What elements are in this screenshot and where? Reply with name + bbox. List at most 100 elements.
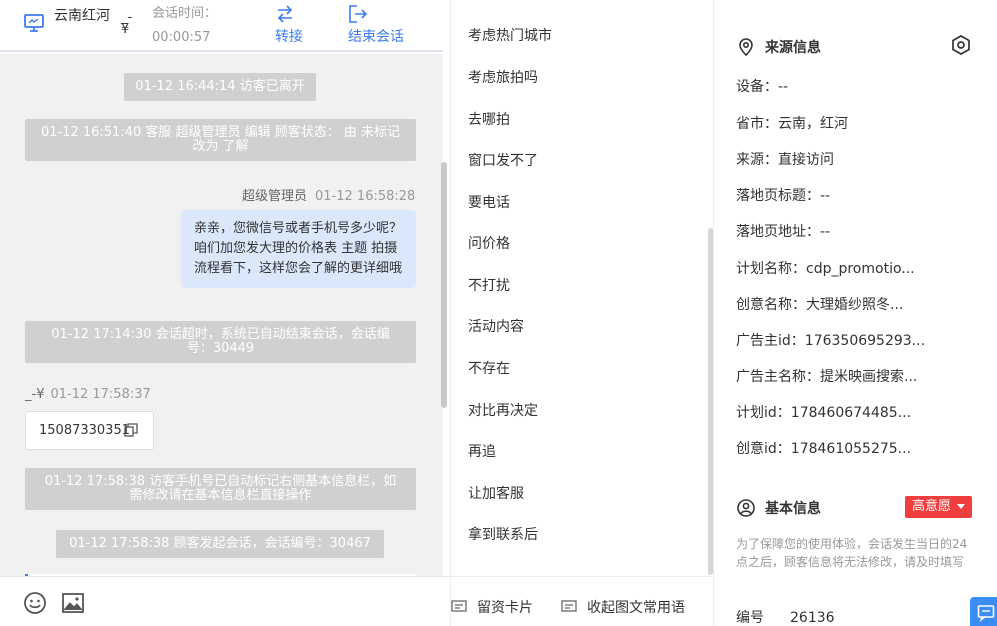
lead-card-button[interactable]: 留资卡片 — [451, 597, 533, 617]
info-value: 提米映画搜索... — [820, 369, 918, 385]
transfer-label: 转接 — [275, 29, 303, 45]
message-time: 01-12 16:58:28 — [315, 189, 416, 204]
edit-notice: 为了保障您的使用体验，会话发生当日的24点之后，顾客信息将无法修改，请及时填写 — [736, 537, 968, 569]
system-message: 01-12 17:14:30 会话超时，系统已自动结束会话，会话编号：30449 — [25, 321, 416, 363]
info-label: 计划名称： — [736, 261, 806, 277]
info-row-plan-name: 计划名称：cdp_promotio... — [736, 259, 915, 279]
visitor-phone-message[interactable]: 15087330351 — [25, 411, 154, 450]
end-session-label: 结束会话 — [348, 29, 404, 45]
quick-reply-item[interactable]: 考虑热门城市 — [468, 26, 552, 46]
info-value: 178461055275... — [790, 441, 912, 457]
lead-card-label: 留资卡片 — [477, 600, 533, 616]
info-label: 广告主id： — [736, 333, 805, 349]
info-label: 落地页标题： — [736, 188, 820, 204]
info-value: cdp_promotio... — [806, 261, 915, 277]
info-row-source: 来源：直接访问 — [736, 150, 834, 170]
info-value: 大理婚纱照冬... — [806, 297, 904, 313]
quick-reply-item[interactable]: 让加客服 — [468, 484, 524, 504]
info-label: 创意id： — [736, 441, 791, 457]
info-row-device: 设备：-- — [736, 77, 788, 97]
quick-reply-footer: 留资卡片 收起图文常用语 — [451, 576, 713, 626]
sender-name: 超级管理员 — [242, 189, 308, 204]
quick-reply-item[interactable]: 问价格 — [468, 234, 510, 254]
system-message: 01-12 17:58:38 顾客发起会话，会话编号：30467 — [56, 530, 384, 558]
chat-panel: 云南红河 _-¥ 会话时间： 00:00:57 转接 结束会话 01-12 16 — [0, 0, 450, 626]
message-sender: _-¥ 01-12 17:58:37 — [25, 387, 151, 402]
quick-reply-panel: 考虑热门城市 考虑旅拍吗 去哪拍 窗口发不了 要电话 问价格 不打扰 活动内容 … — [450, 0, 714, 626]
quick-reply-item[interactable]: 对比再决定 — [468, 401, 538, 421]
app-root: 云南红河 _-¥ 会话时间： 00:00:57 转接 结束会话 01-12 16 — [0, 0, 997, 626]
basic-info-title: 基本信息 — [737, 498, 821, 518]
session-time-label: 会话时间： — [152, 6, 218, 21]
info-label: 省市： — [736, 116, 778, 132]
info-label: 落地页地址： — [736, 224, 820, 240]
image-icon[interactable] — [61, 591, 85, 615]
info-value: 云南，红河 — [778, 116, 848, 132]
quick-reply-item[interactable]: 要电话 — [468, 193, 510, 213]
copy-icon[interactable] — [124, 423, 138, 437]
info-value: -- — [778, 79, 789, 95]
message-icon — [977, 605, 995, 622]
quick-reply-item[interactable]: 去哪拍 — [468, 110, 510, 130]
chat-scrollbar[interactable] — [441, 162, 447, 408]
agent-message-bubble: 亲亲，您微信号或者手机号多少呢？咱们加您发大理的价格表 主题 拍摄流程看下，这样… — [181, 210, 416, 288]
quick-reply-item[interactable]: 窗口发不了 — [468, 151, 538, 171]
info-label: 设备： — [736, 79, 778, 95]
info-value: -- — [820, 188, 831, 204]
info-value: -- — [820, 224, 831, 240]
code-label: 编号 — [736, 610, 764, 626]
quick-reply-item[interactable]: 考虑旅拍吗 — [468, 68, 538, 88]
monitor-icon — [24, 14, 44, 32]
sender-name: _-¥ — [25, 387, 45, 402]
system-message: 01-12 16:51:40 客服 超级管理员 编辑 顾客状态： 由 未标记 改… — [25, 119, 416, 161]
input-toolbar — [0, 576, 450, 626]
info-row-landing-title: 落地页标题：-- — [736, 186, 830, 206]
system-message: 01-12 17:58:38 访客手机号已自动标记右侧基本信息栏，如需修改请在基… — [25, 468, 416, 510]
floating-chat-button[interactable] — [970, 597, 997, 626]
message-sender: 超级管理员 01-12 16:58:28 — [242, 185, 415, 204]
basic-info-label: 基本信息 — [765, 501, 821, 517]
user-icon — [737, 499, 755, 517]
chat-header: 云南红河 _-¥ 会话时间： 00:00:57 转接 结束会话 — [0, 0, 443, 52]
visitor-name: 云南红河 — [54, 8, 110, 24]
info-row-region: 省市：云南，红河 — [736, 114, 848, 134]
info-value: 176350695293... — [804, 333, 926, 349]
info-value: 直接访问 — [778, 152, 834, 168]
location-icon — [739, 38, 753, 56]
settings-icon[interactable] — [950, 34, 972, 56]
info-row-creative-id: 创意id：178461055275... — [736, 439, 911, 459]
phrase-icon — [561, 600, 577, 612]
quick-reply-scrollbar[interactable] — [708, 228, 713, 575]
code-value: 26136 — [790, 610, 835, 626]
info-label: 计划id： — [736, 405, 791, 421]
visitor-tag: _-¥ — [121, 10, 133, 37]
end-session-button[interactable]: 结束会话 — [348, 4, 404, 46]
source-info-title: 来源信息 — [737, 37, 821, 57]
info-row-plan-id: 计划id：178460674485... — [736, 403, 911, 423]
customer-code: 编号 26136 — [736, 607, 835, 626]
visitor-message-text: 15087330351 — [39, 423, 130, 438]
message-list[interactable]: 01-12 16:44:14 访客已离开 01-12 16:51:40 客服 超… — [0, 54, 443, 576]
quick-reply-item[interactable]: 活动内容 — [468, 317, 524, 337]
collapse-phrases-label: 收起图文常用语 — [587, 600, 685, 616]
info-label: 来源： — [736, 152, 778, 168]
quick-reply-item[interactable]: 再追 — [468, 442, 496, 462]
quick-reply-item[interactable]: 不打扰 — [468, 276, 510, 296]
transfer-button[interactable]: 转接 — [275, 4, 303, 46]
system-message: 01-12 16:44:14 访客已离开 — [124, 73, 316, 101]
emoji-icon[interactable] — [23, 591, 47, 615]
collapse-phrases-button[interactable]: 收起图文常用语 — [561, 597, 685, 617]
intent-dropdown[interactable]: 高意愿 — [905, 496, 972, 518]
session-time: 00:00:57 — [152, 30, 211, 45]
intent-value: 高意愿 — [912, 499, 952, 514]
caret-down-icon — [957, 504, 965, 509]
source-info-label: 来源信息 — [765, 40, 821, 56]
quick-reply-item[interactable]: 不存在 — [468, 359, 510, 379]
info-row-creative-name: 创意名称：大理婚纱照冬... — [736, 295, 903, 315]
visitor-info-panel: 来源信息 设备：-- 省市：云南，红河 来源：直接访问 落地页标题：-- 落地页… — [715, 0, 997, 626]
transfer-icon — [277, 5, 293, 23]
card-icon — [451, 600, 467, 612]
info-label: 创意名称： — [736, 297, 806, 313]
info-row-advertiser-name: 广告主名称：提米映画搜索... — [736, 367, 917, 387]
quick-reply-item[interactable]: 拿到联系后 — [468, 525, 538, 545]
